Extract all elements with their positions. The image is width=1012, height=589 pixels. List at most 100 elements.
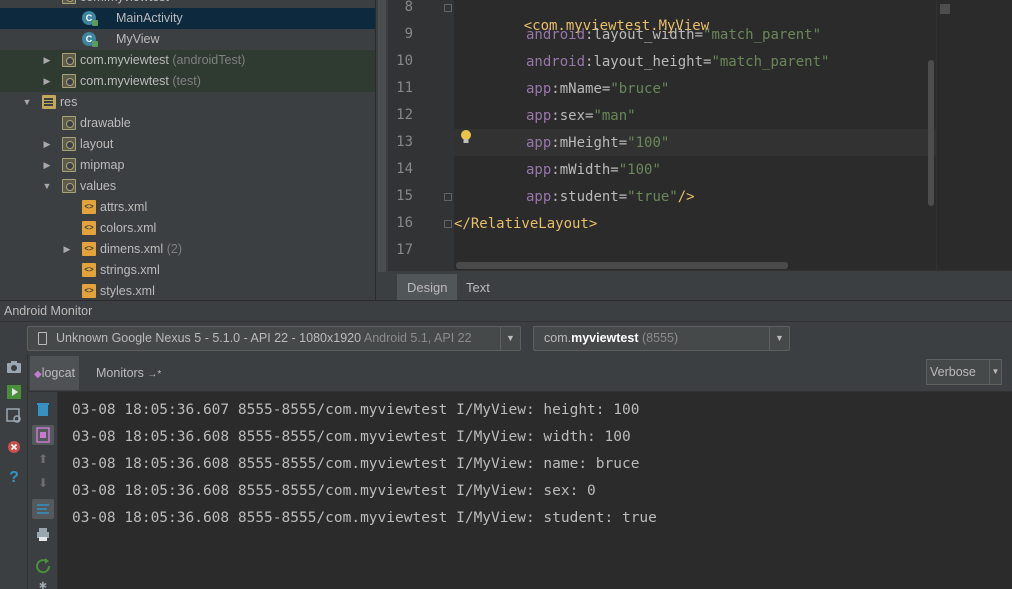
screen-record-icon[interactable]	[5, 383, 23, 401]
line-number: 16	[396, 215, 413, 231]
arrow-down-icon[interactable]: ⬇	[34, 474, 52, 492]
tree-item-label: res	[60, 95, 78, 109]
code-line-10: android:layout_height="match_parent"	[526, 54, 830, 70]
fold-marker-icon[interactable]	[444, 220, 452, 228]
tree-item-dimens[interactable]: ▶ <> dimens.xml (2)	[0, 239, 375, 260]
package-folder-icon	[62, 74, 76, 88]
monitor-side-toolbar: ?	[0, 354, 28, 589]
editor-error-stripe	[936, 0, 1012, 270]
code-line-12: app:sex="man"	[526, 108, 636, 124]
restart-icon[interactable]	[34, 557, 52, 575]
chevron-down-icon[interactable]: ▼	[42, 0, 52, 2]
folder-icon	[62, 116, 76, 130]
editor-vertical-scrollbar[interactable]	[928, 60, 934, 206]
line-number: 11	[396, 80, 413, 96]
log-line: 03-08 18:05:36.608 8555-8555/com.myviewt…	[72, 456, 640, 472]
line-number: 10	[396, 53, 413, 69]
chevron-right-icon[interactable]: ▶	[42, 55, 52, 65]
xml-file-icon: <>	[82, 200, 96, 214]
logcat-toolbar: ⬆ ⬇ ✱	[28, 392, 58, 589]
terminate-app-icon[interactable]	[5, 438, 23, 456]
chevron-right-icon[interactable]: ▶	[42, 76, 52, 86]
line-number: 13	[396, 134, 413, 150]
tree-item-label: com.myviewtest	[80, 53, 169, 67]
code-line-8: <com.myviewtest.MyView	[523, 18, 710, 34]
tree-item-mipmap[interactable]: ▶ mipmap	[0, 155, 375, 176]
logcat-output[interactable]: 03-08 18:05:36.607 8555-8555/com.myviewt…	[58, 392, 1012, 589]
tree-scrollbar[interactable]	[375, 0, 388, 300]
xml-file-icon: <>	[82, 221, 96, 235]
tab-design[interactable]: Design	[397, 274, 458, 301]
log-level-select[interactable]: Verbose ▼	[926, 359, 1002, 385]
logcat-icon: ◆	[34, 369, 42, 380]
tree-item-label: values	[80, 179, 117, 193]
clear-log-trash-icon[interactable]	[34, 400, 52, 418]
log-line: 03-08 18:05:36.607 8555-8555/com.myviewt…	[72, 402, 640, 418]
tree-item-test[interactable]: ▶ com.myviewtest (test)	[0, 71, 375, 92]
lightbulb-icon[interactable]	[460, 129, 472, 145]
tree-item-values[interactable]: ▼ values	[0, 176, 375, 197]
chevron-down-icon[interactable]: ▼	[42, 181, 52, 191]
tree-item-colors[interactable]: <> colors.xml	[0, 218, 375, 239]
dropdown-arrow-icon[interactable]: ▼	[989, 360, 1001, 384]
settings-gear-icon[interactable]: ✱	[34, 578, 52, 589]
chevron-right-icon[interactable]: ▶	[62, 244, 72, 254]
process-name: myviewtest	[571, 331, 639, 345]
tree-item-attrs[interactable]: <> attrs.xml	[0, 197, 375, 218]
print-icon[interactable]	[34, 525, 52, 543]
device-detail: Android 5.1, API 22	[363, 331, 472, 345]
screenshot-camera-icon[interactable]	[5, 358, 23, 376]
tree-item-androidtest[interactable]: ▶ com.myviewtest (androidTest)	[0, 50, 375, 71]
help-icon[interactable]: ?	[5, 469, 23, 487]
editor-horizontal-scrollbar[interactable]	[456, 262, 788, 269]
tree-item-label: MainActivity	[116, 11, 183, 25]
device-selector[interactable]: Unknown Google Nexus 5 - 5.1.0 - API 22 …	[27, 326, 521, 351]
phone-icon	[38, 332, 47, 345]
system-info-icon[interactable]	[5, 407, 23, 425]
tree-item-suffix: (test)	[172, 74, 201, 88]
process-selector[interactable]: com.myviewtest (8555) ▼	[533, 326, 790, 351]
fold-marker-icon[interactable]	[444, 193, 452, 201]
editor-mode-tabs: Design Text	[388, 270, 1012, 301]
tree-item-res[interactable]: ▼ res	[0, 92, 375, 113]
line-number: 15	[396, 188, 413, 204]
line-number: 17	[396, 242, 413, 258]
device-toolbar: Unknown Google Nexus 5 - 5.1.0 - API 22 …	[0, 322, 1012, 354]
tree-item-strings[interactable]: <> strings.xml	[0, 260, 375, 281]
tree-item-label: drawable	[80, 116, 131, 130]
soft-wraps-icon[interactable]	[32, 499, 54, 519]
arrow-up-icon[interactable]: ⬆	[34, 450, 52, 468]
dropdown-arrow-icon[interactable]: ▼	[769, 327, 789, 350]
tab-logcat[interactable]: ◆logcat	[30, 356, 80, 390]
chevron-right-icon[interactable]: ▶	[42, 139, 52, 149]
tree-item-myview[interactable]: C MyView	[0, 29, 375, 50]
tree-item-drawable[interactable]: drawable	[0, 113, 375, 134]
chevron-down-icon[interactable]: ▼	[22, 97, 32, 107]
tree-item-label: styles.xml	[100, 284, 155, 298]
tree-item-layout[interactable]: ▶ layout	[0, 134, 375, 155]
dropdown-arrow-icon[interactable]: ▼	[500, 327, 520, 350]
tree-item-mainactivity[interactable]: C MainActivity	[0, 8, 375, 29]
tree-item-label: mipmap	[80, 158, 125, 172]
code-line-11: app:mName="bruce"	[526, 81, 670, 97]
code-editor[interactable]: <com.myviewtest.MyView android:layout_wi…	[454, 0, 936, 270]
folder-icon	[62, 179, 76, 193]
tab-text[interactable]: Text	[456, 274, 500, 301]
code-line-14: app:mWidth="100"	[526, 162, 661, 178]
chevron-right-icon[interactable]: ▶	[42, 160, 52, 170]
fold-marker-icon[interactable]	[444, 4, 452, 12]
tab-monitors[interactable]: Monitors →*	[92, 356, 165, 390]
project-tree: ▼ com.myviewtest C MainActivity C MyView…	[0, 0, 375, 300]
scroll-to-end-icon[interactable]	[32, 425, 54, 445]
code-line-9: android:layout_width="match_parent"	[526, 27, 822, 43]
folder-icon	[62, 137, 76, 151]
xml-file-icon: <>	[82, 242, 96, 256]
monitor-tabs: ◆logcat Monitors →* Verbose ▼	[28, 354, 1012, 392]
tree-item-package[interactable]: ▼ com.myviewtest	[0, 0, 375, 8]
line-number: 14	[396, 161, 413, 177]
log-line: 03-08 18:05:36.608 8555-8555/com.myviewt…	[72, 510, 657, 526]
code-line-16: </RelativeLayout>	[454, 216, 598, 232]
tree-item-label: strings.xml	[100, 263, 160, 277]
access-lock-icon	[92, 41, 98, 47]
tree-item-styles[interactable]: <> styles.xml	[0, 281, 375, 300]
